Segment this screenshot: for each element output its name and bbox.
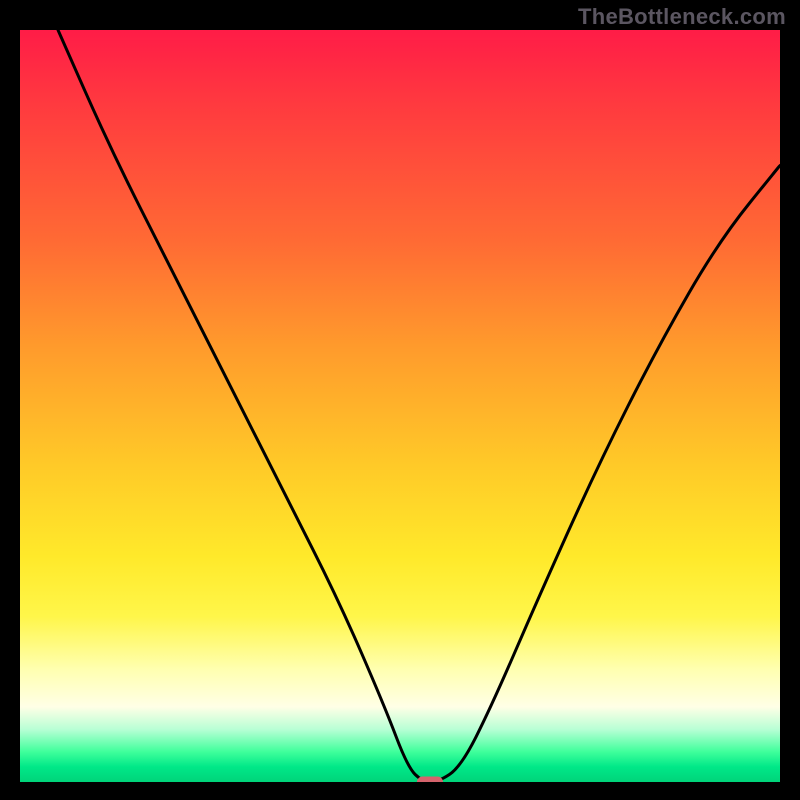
chart-frame: TheBottleneck.com xyxy=(0,0,800,800)
plot-area xyxy=(20,30,780,782)
optimal-marker xyxy=(417,777,443,783)
watermark-text: TheBottleneck.com xyxy=(578,4,786,30)
bottleneck-curve xyxy=(20,30,780,782)
